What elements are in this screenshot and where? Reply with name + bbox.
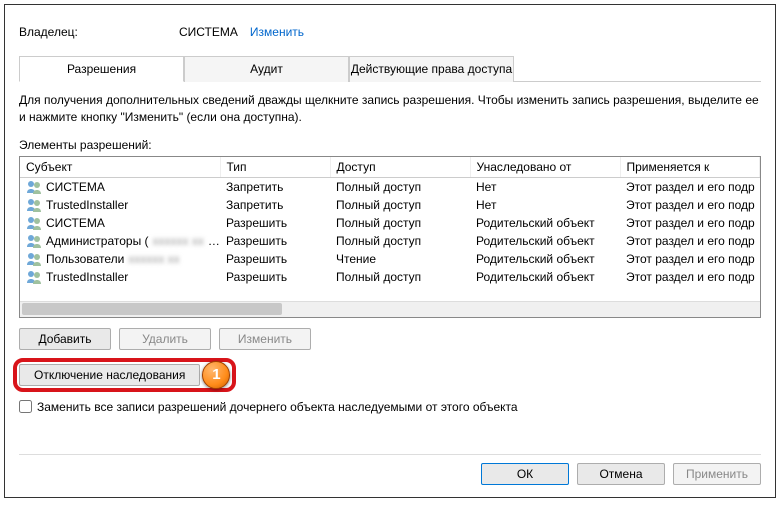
applies-cell: Этот раздел и его подр <box>620 232 760 250</box>
inherited-cell: Родительский объект <box>470 250 620 268</box>
owner-label: Владелец: <box>19 25 179 39</box>
advanced-security-dialog: Владелец: СИСТЕМА Изменить Разрешения Ау… <box>4 4 776 498</box>
subject-cell: СИСТЕМА <box>46 216 105 230</box>
group-icon <box>26 197 42 213</box>
access-cell: Полный доступ <box>330 196 470 214</box>
permissions-table-wrap: Субъект Тип Доступ Унаследовано от Приме… <box>19 156 761 318</box>
tabs: Разрешения Аудит Действующие права досту… <box>19 55 761 82</box>
col-inherited[interactable]: Унаследовано от <box>470 157 620 178</box>
type-cell: Разрешить <box>220 232 330 250</box>
apply-button: Применить <box>673 463 761 485</box>
access-cell: Полный доступ <box>330 214 470 232</box>
dialog-buttons: ОК Отмена Применить <box>481 463 761 485</box>
col-subject[interactable]: Субъект <box>20 157 220 178</box>
tab-audit[interactable]: Аудит <box>184 56 349 82</box>
subject-cell: TrustedInstaller <box>46 198 128 212</box>
cancel-button[interactable]: Отмена <box>577 463 665 485</box>
annotation-marker: 1 <box>202 361 230 389</box>
col-access[interactable]: Доступ <box>330 157 470 178</box>
subject-cell: TrustedInstaller <box>46 270 128 284</box>
col-type[interactable]: Тип <box>220 157 330 178</box>
table-row[interactable]: TrustedInstaller РазрешитьПолный доступРо… <box>20 268 760 286</box>
applies-cell: Этот раздел и его подр <box>620 250 760 268</box>
subject-cell: СИСТЕМА <box>46 180 105 194</box>
table-row[interactable]: Администраторы (xxxxxx xx…РазрешитьПолны… <box>20 232 760 250</box>
owner-row: Владелец: СИСТЕМА Изменить <box>19 25 761 39</box>
action-buttons-row: Добавить Удалить Изменить <box>19 328 761 350</box>
subject-cell: Администраторы ( <box>46 234 149 248</box>
add-button[interactable]: Добавить <box>19 328 111 350</box>
bottom-divider <box>19 454 761 455</box>
inherited-cell: Родительский объект <box>470 232 620 250</box>
table-header-row: Субъект Тип Доступ Унаследовано от Приме… <box>20 157 760 178</box>
inherited-cell: Нет <box>470 196 620 214</box>
type-cell: Запретить <box>220 177 330 196</box>
table-row[interactable]: Пользователиxxxxxx xxРазрешитьЧтениеРоди… <box>20 250 760 268</box>
remove-button: Удалить <box>119 328 211 350</box>
horizontal-scrollbar[interactable] <box>20 301 760 317</box>
table-row[interactable]: TrustedInstaller ЗапретитьПолный доступНе… <box>20 196 760 214</box>
disable-inheritance-highlight: Отключение наследования 1 <box>19 364 200 386</box>
replace-checkbox[interactable] <box>19 400 32 413</box>
access-cell: Полный доступ <box>330 232 470 250</box>
subject-cell: Пользователи <box>46 252 124 266</box>
inherited-cell: Родительский объект <box>470 214 620 232</box>
owner-value: СИСТЕМА <box>179 25 238 39</box>
inherited-cell: Нет <box>470 177 620 196</box>
disable-inheritance-button[interactable]: Отключение наследования <box>19 364 200 386</box>
applies-cell: Этот раздел и его подр <box>620 214 760 232</box>
applies-cell: Этот раздел и его подр <box>620 177 760 196</box>
group-icon <box>26 179 42 195</box>
help-text: Для получения дополнительных сведений дв… <box>19 92 761 126</box>
access-cell: Полный доступ <box>330 268 470 286</box>
table-row[interactable]: СИСТЕМА РазрешитьПолный доступРодительски… <box>20 214 760 232</box>
type-cell: Запретить <box>220 196 330 214</box>
replace-checkbox-row: Заменить все записи разрешений дочернего… <box>19 400 761 414</box>
edit-button: Изменить <box>219 328 311 350</box>
group-icon <box>26 215 42 231</box>
access-cell: Полный доступ <box>330 177 470 196</box>
access-cell: Чтение <box>330 250 470 268</box>
owner-change-link[interactable]: Изменить <box>250 25 304 39</box>
tab-permissions[interactable]: Разрешения <box>19 56 184 82</box>
group-icon <box>26 251 42 267</box>
type-cell: Разрешить <box>220 214 330 232</box>
col-applies[interactable]: Применяется к <box>620 157 760 178</box>
group-icon <box>26 233 42 249</box>
ok-button[interactable]: ОК <box>481 463 569 485</box>
type-cell: Разрешить <box>220 250 330 268</box>
applies-cell: Этот раздел и его подр <box>620 196 760 214</box>
group-icon <box>26 269 42 285</box>
tab-effective-access[interactable]: Действующие права доступа <box>349 56 514 82</box>
replace-checkbox-label: Заменить все записи разрешений дочернего… <box>37 400 518 414</box>
table-row[interactable]: СИСТЕМА ЗапретитьПолный доступНетЭтот раз… <box>20 177 760 196</box>
type-cell: Разрешить <box>220 268 330 286</box>
inherited-cell: Родительский объект <box>470 268 620 286</box>
permissions-table[interactable]: Субъект Тип Доступ Унаследовано от Приме… <box>20 157 760 286</box>
elements-label: Элементы разрешений: <box>19 138 761 152</box>
applies-cell: Этот раздел и его подр <box>620 268 760 286</box>
scrollbar-thumb[interactable] <box>22 303 282 315</box>
